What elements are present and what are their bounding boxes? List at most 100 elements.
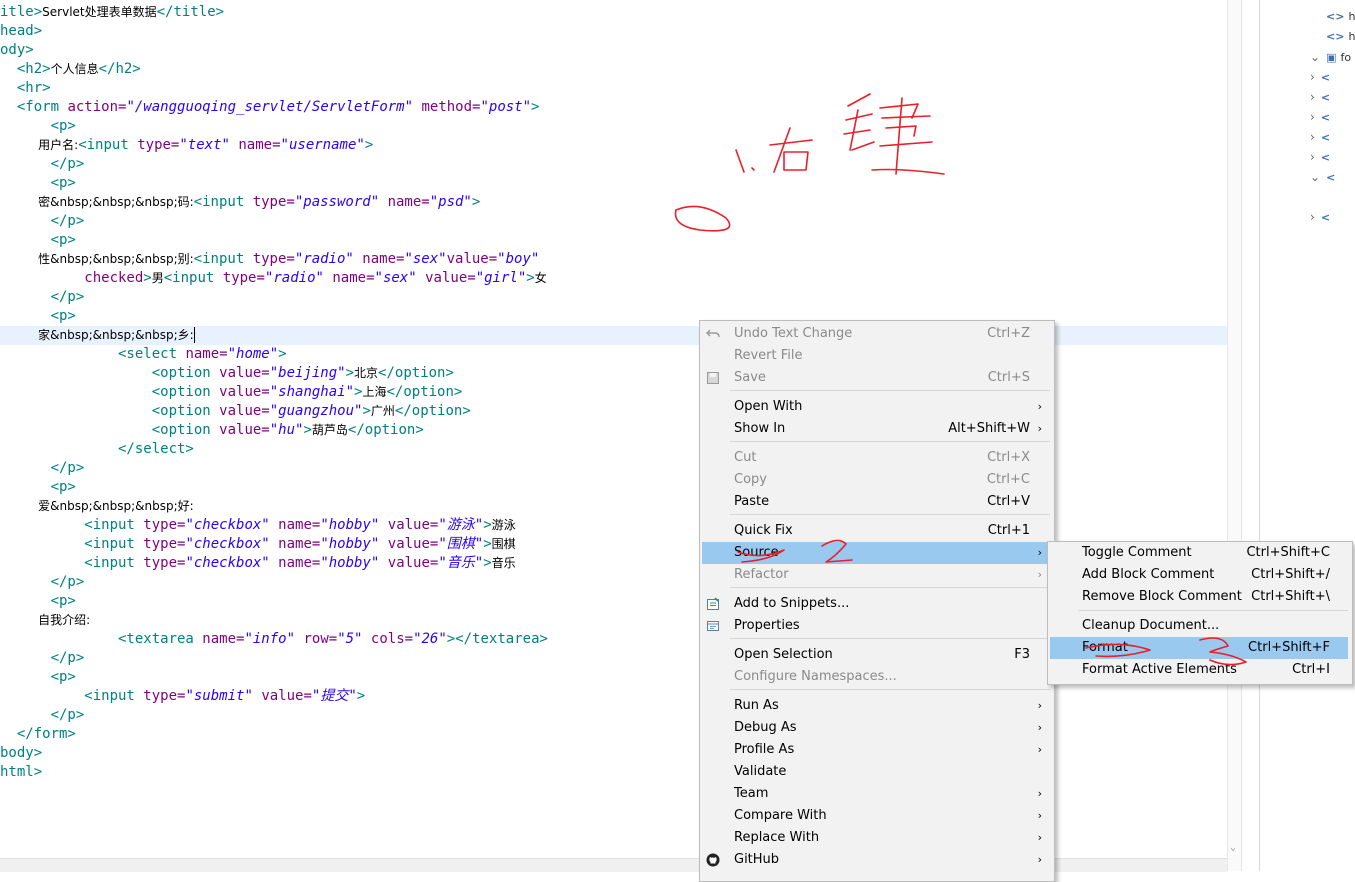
menu-item-quick-fix[interactable]: Quick Fix Ctrl+1	[702, 520, 1050, 542]
menu-item-team[interactable]: Team ›	[702, 783, 1050, 805]
menu-item-label: GitHub	[734, 852, 780, 867]
snippets-icon	[706, 597, 720, 611]
menu-item-label: Properties	[734, 618, 800, 633]
menu-item-shortcut: Ctrl+V	[987, 494, 1030, 509]
menu-item-show-in[interactable]: Show In Alt+Shift+W ›	[702, 418, 1050, 440]
menu-item-label: Team	[734, 786, 769, 801]
menu-item-undo-text-change[interactable]: Undo Text Change Ctrl+Z	[702, 323, 1050, 345]
code-line: <select name="home">	[0, 345, 287, 364]
code-tag: ></textarea>	[446, 631, 548, 647]
outline-item[interactable]: › <	[1310, 88, 1334, 106]
code-tag: >	[531, 99, 540, 115]
code-tag: body>	[0, 745, 43, 761]
code-tag: </h2>	[98, 61, 141, 77]
code-line: 性&nbsp;&nbsp;&nbsp;别:<input type="radio"…	[0, 250, 539, 269]
menu-item-shortcut: Ctrl+S	[987, 370, 1030, 385]
menu-item-label: Add to Snippets...	[734, 596, 850, 611]
menu-item-debug-as[interactable]: Debug As ›	[702, 717, 1050, 739]
collapse-icon[interactable]: ›	[1310, 150, 1315, 164]
menu-item-github[interactable]: GitHub ›	[702, 849, 1050, 871]
menu-item-cut[interactable]: Cut Ctrl+X	[702, 447, 1050, 469]
submenu-item-label: Add Block Comment	[1082, 567, 1215, 582]
code-value: "checkbox"	[185, 555, 270, 571]
submenu-item-shortcut: Ctrl+Shift+\	[1251, 589, 1330, 604]
chevron-right-icon: ›	[1037, 831, 1042, 844]
menu-item-save[interactable]: Save Ctrl+S	[702, 367, 1050, 389]
code-value: "boy"	[497, 251, 540, 267]
code-tag: <input	[193, 194, 253, 210]
menu-item-run-as[interactable]: Run As ›	[702, 695, 1050, 717]
collapse-icon[interactable]: ›	[1310, 130, 1315, 144]
menu-item-add-to-snippets[interactable]: Add to Snippets...	[702, 593, 1050, 615]
code-line: <p>	[0, 231, 76, 250]
code-line: <h2>个人信息</h2>	[0, 60, 141, 79]
expand-icon[interactable]: ⌄	[1310, 50, 1320, 64]
code-attribute: name=	[269, 555, 321, 571]
menu-item-compare-with[interactable]: Compare With ›	[702, 805, 1050, 827]
collapse-icon[interactable]: ›	[1310, 70, 1315, 84]
outline-item[interactable]: › <	[1310, 68, 1334, 86]
menu-item-label: Save	[734, 370, 766, 385]
outline-item[interactable]: › <	[1310, 148, 1334, 166]
menu-item-label: Compare With	[734, 808, 827, 823]
menu-item-revert-file[interactable]: Revert File	[702, 345, 1050, 367]
submenu-item-format[interactable]: Format Ctrl+Shift+F	[1050, 637, 1348, 659]
code-tag: >	[483, 517, 492, 533]
code-attribute: row=	[295, 631, 338, 647]
menu-item-validate[interactable]: Validate	[702, 761, 1050, 783]
code-tag: >	[483, 555, 492, 571]
menu-item-copy[interactable]: Copy Ctrl+C	[702, 469, 1050, 491]
outline-item[interactable]: › <	[1310, 208, 1334, 226]
menu-item-label: Run As	[734, 698, 779, 713]
submenu-item-add-block-comment[interactable]: Add Block Comment Ctrl+Shift+/	[1050, 564, 1348, 586]
code-line: </select>	[0, 440, 194, 459]
submenu-item-format-active-elements[interactable]: Format Active Elements Ctrl+I	[1050, 659, 1348, 681]
collapse-icon[interactable]: ›	[1310, 90, 1315, 104]
code-text: 上海	[362, 385, 387, 399]
submenu-item-cleanup-document[interactable]: Cleanup Document...	[1050, 615, 1348, 637]
code-text: 北京	[354, 366, 379, 380]
menu-item-replace-with[interactable]: Replace With ›	[702, 827, 1050, 849]
code-text: 音乐	[491, 556, 516, 570]
code-value: "sex"	[404, 251, 447, 267]
code-attribute: type=	[252, 194, 295, 210]
menu-item-refactor[interactable]: Refactor ›	[702, 564, 1050, 586]
code-attribute: value=	[416, 270, 476, 286]
menu-item-profile-as[interactable]: Profile As ›	[702, 739, 1050, 761]
submenu-item-remove-block-comment[interactable]: Remove Block Comment Ctrl+Shift+\	[1050, 586, 1348, 608]
submenu-item-toggle-comment[interactable]: Toggle Comment Ctrl+Shift+C	[1050, 542, 1348, 564]
code-tag: <option	[0, 384, 220, 400]
collapse-icon[interactable]: ›	[1310, 210, 1315, 224]
submenu-item-shortcut: Ctrl+I	[1292, 662, 1330, 677]
menu-item-properties[interactable]: Properties	[702, 615, 1050, 637]
menu-item-open-with[interactable]: Open With ›	[702, 396, 1050, 418]
outline-item[interactable]: ⌄ ▣ fo	[1310, 48, 1351, 66]
vertical-scrollbar[interactable]: ⌄	[1227, 0, 1242, 871]
outline-item[interactable]: <> h	[1326, 8, 1355, 26]
menu-item-paste[interactable]: Paste Ctrl+V	[702, 491, 1050, 513]
code-text: 围棋	[491, 537, 516, 551]
outline-item[interactable]: ⌄ <	[1310, 168, 1339, 186]
menu-separator	[730, 587, 1050, 588]
code-value: "password"	[294, 194, 380, 210]
collapse-icon[interactable]: ›	[1310, 110, 1315, 124]
scroll-down-icon[interactable]: ⌄	[1230, 842, 1236, 853]
menu-separator	[730, 689, 1050, 690]
outline-item[interactable]: › <	[1310, 128, 1334, 146]
code-attribute: type=	[222, 270, 265, 286]
expand-icon[interactable]: ⌄	[1310, 170, 1320, 184]
code-line: 用户名:<input type="text" name="username">	[0, 136, 373, 155]
code-value: "submit"	[185, 688, 253, 704]
text-caret	[193, 327, 195, 343]
outline-item[interactable]: <> h	[1326, 28, 1355, 46]
code-tag: >	[483, 536, 492, 552]
outline-item[interactable]: › <	[1310, 108, 1334, 126]
chevron-right-icon: ›	[1037, 721, 1042, 734]
code-tag: <form	[0, 99, 68, 115]
code-line: <form action="/wangguoqing_servlet/Servl…	[0, 98, 540, 117]
menu-item-source[interactable]: Source ›	[702, 542, 1050, 564]
element-icon: <	[1320, 131, 1331, 144]
menu-item-configure-namespaces[interactable]: Configure Namespaces...	[702, 666, 1050, 688]
code-value: "hobby"	[320, 555, 380, 571]
menu-item-open-selection[interactable]: Open Selection F3	[702, 644, 1050, 666]
